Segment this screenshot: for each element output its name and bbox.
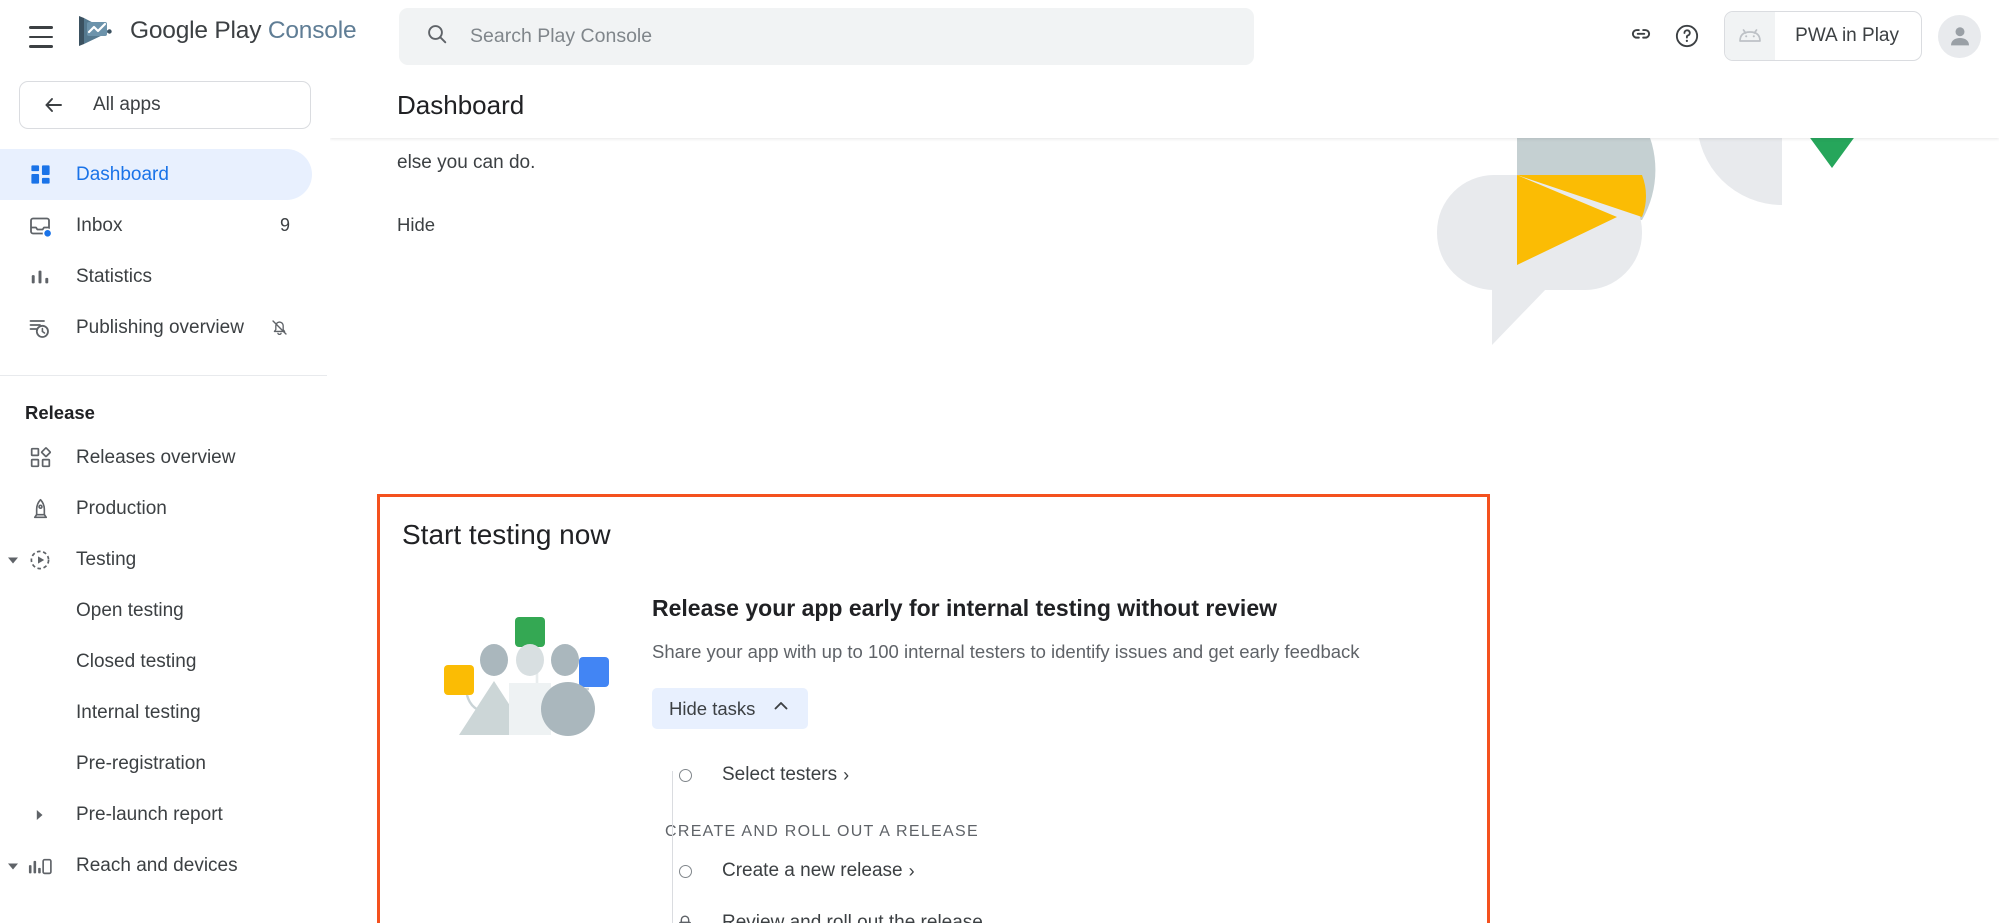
search-bar[interactable] (399, 8, 1254, 65)
reach-devices-icon (25, 855, 55, 877)
sidebar-item-label: Statistics (76, 266, 152, 288)
task-text: Select testers (722, 764, 837, 786)
task-label: Review and roll out the release (722, 912, 983, 923)
sidebar-item-publishing-overview[interactable]: Publishing overview (0, 302, 312, 353)
promo-card-body: Release your app early for internal test… (380, 595, 1487, 923)
task-circle-icon (677, 863, 693, 879)
publishing-overview-icon (25, 316, 55, 340)
start-testing-promo-card: Start testing now (377, 494, 1490, 923)
sidebar-item-label: Dashboard (76, 164, 169, 186)
brand-logo-link[interactable]: Google Play Console (75, 14, 356, 48)
sidebar-item-inbox[interactable]: Inbox 9 (0, 200, 312, 251)
sidebar-item-label: Pre-launch report (76, 804, 223, 826)
lock-icon (677, 915, 693, 923)
sidebar-section-release-title: Release (25, 402, 330, 424)
sidebar-item-statistics[interactable]: Statistics (0, 251, 312, 302)
left-navigation-sidebar: All apps Dashboard Inbo (0, 72, 330, 923)
account-avatar-icon[interactable] (1938, 15, 1981, 58)
testing-play-icon (25, 548, 55, 572)
sidebar-item-label: Internal testing (76, 702, 201, 724)
promo-card-subtext: Share your app with up to 100 internal t… (652, 641, 1467, 663)
rocket-icon (25, 497, 55, 520)
releases-overview-icon (25, 446, 55, 469)
release-nav-list: Releases overview Production (0, 432, 330, 891)
promo-card-heading: Release your app early for internal test… (652, 595, 1467, 622)
sidebar-item-label: Testing (76, 549, 136, 571)
task-row-review-and-roll-out: Review and roll out the release (665, 903, 1467, 923)
link-icon[interactable] (1618, 13, 1664, 59)
task-text: Create a new release (722, 860, 903, 882)
brand-title: Google Play Console (130, 17, 356, 45)
sidebar-item-label: Releases overview (76, 447, 235, 469)
hamburger-menu-icon[interactable] (22, 18, 60, 56)
promo-card-content: Release your app early for internal test… (652, 595, 1487, 923)
chevron-down-icon[interactable] (0, 553, 26, 567)
sidebar-item-open-testing[interactable]: Open testing (0, 585, 312, 636)
page-title: Dashboard (397, 90, 524, 121)
sidebar-item-closed-testing[interactable]: Closed testing (0, 636, 312, 687)
all-apps-button[interactable]: All apps (19, 81, 311, 129)
chevron-up-icon (771, 696, 791, 721)
sidebar-item-label: Open testing (76, 600, 184, 622)
task-label: Select testers › (722, 764, 849, 786)
chevron-down-icon[interactable] (0, 859, 26, 873)
dashboard-grid-icon (25, 163, 55, 186)
sidebar-item-reach-and-devices[interactable]: Reach and devices (0, 840, 312, 891)
main-content-area: Dashboard else you can do. Hide S (330, 72, 1999, 923)
sidebar-item-dashboard[interactable]: Dashboard (0, 149, 312, 200)
task-row-create-new-release[interactable]: Create a new release › (665, 851, 1467, 891)
google-play-console-logo-icon (75, 14, 117, 48)
task-list: Select testers › CREATE AND ROLL OUT A R… (652, 755, 1467, 923)
top-app-bar: Google Play Console (0, 0, 1999, 72)
inbox-unread-count: 9 (280, 215, 290, 236)
sidebar-item-label: Publishing overview (76, 317, 244, 339)
sidebar-item-label: Reach and devices (76, 855, 238, 877)
sidebar-item-production[interactable]: Production (0, 483, 312, 534)
chevron-right-icon: › (909, 862, 915, 880)
internal-testing-team-illustration (402, 595, 652, 923)
notifications-off-icon[interactable] (269, 317, 290, 338)
task-group-title: CREATE AND ROLL OUT A RELEASE (665, 823, 1467, 841)
help-circle-icon[interactable] (1664, 13, 1710, 59)
sidebar-item-label: Production (76, 498, 167, 520)
task-circle-icon (677, 767, 693, 783)
sidebar-item-pre-registration[interactable]: Pre-registration (0, 738, 312, 789)
chevron-right-icon: › (843, 766, 849, 784)
sidebar-divider (0, 375, 327, 376)
sidebar-item-pre-launch-report[interactable]: Pre-launch report (0, 789, 312, 840)
brand-google-play-text: Google Play (130, 17, 261, 44)
hide-tasks-button[interactable]: Hide tasks (652, 688, 808, 729)
scrollable-content[interactable]: else you can do. Hide Start testing now (330, 138, 1999, 923)
task-row-select-testers[interactable]: Select testers › (665, 755, 1467, 795)
inbox-icon (25, 214, 55, 238)
sidebar-item-label: Inbox (76, 215, 122, 237)
primary-nav-list: Dashboard Inbox 9 Statistics (0, 149, 330, 353)
hide-tasks-label: Hide tasks (669, 698, 755, 720)
arrow-left-icon (42, 93, 66, 117)
bar-chart-icon (25, 266, 55, 288)
android-icon (1725, 12, 1775, 60)
app-selector-chip[interactable]: PWA in Play (1724, 11, 1922, 61)
dashboard-hero-illustration (1437, 120, 1867, 390)
page-header-bar: Dashboard (330, 72, 1999, 138)
top-bar-actions: PWA in Play (1618, 0, 1981, 72)
chevron-right-icon[interactable] (26, 808, 52, 822)
sidebar-item-label: Pre-registration (76, 753, 206, 775)
brand-console-text: Console (268, 17, 357, 44)
hide-intro-link[interactable]: Hide (397, 214, 435, 236)
app-chip-label: PWA in Play (1795, 25, 1899, 47)
sidebar-item-internal-testing[interactable]: Internal testing (0, 687, 312, 738)
all-apps-label: All apps (93, 94, 161, 116)
intro-paragraph-tail: else you can do. (397, 152, 535, 174)
promo-card-title: Start testing now (402, 519, 1487, 551)
sidebar-item-releases-overview[interactable]: Releases overview (0, 432, 312, 483)
task-text: Review and roll out the release (722, 912, 983, 923)
search-input[interactable] (470, 22, 1170, 52)
sidebar-item-testing[interactable]: Testing (0, 534, 312, 585)
search-icon (399, 22, 449, 51)
sidebar-item-label: Closed testing (76, 651, 196, 673)
task-label: Create a new release › (722, 860, 915, 882)
